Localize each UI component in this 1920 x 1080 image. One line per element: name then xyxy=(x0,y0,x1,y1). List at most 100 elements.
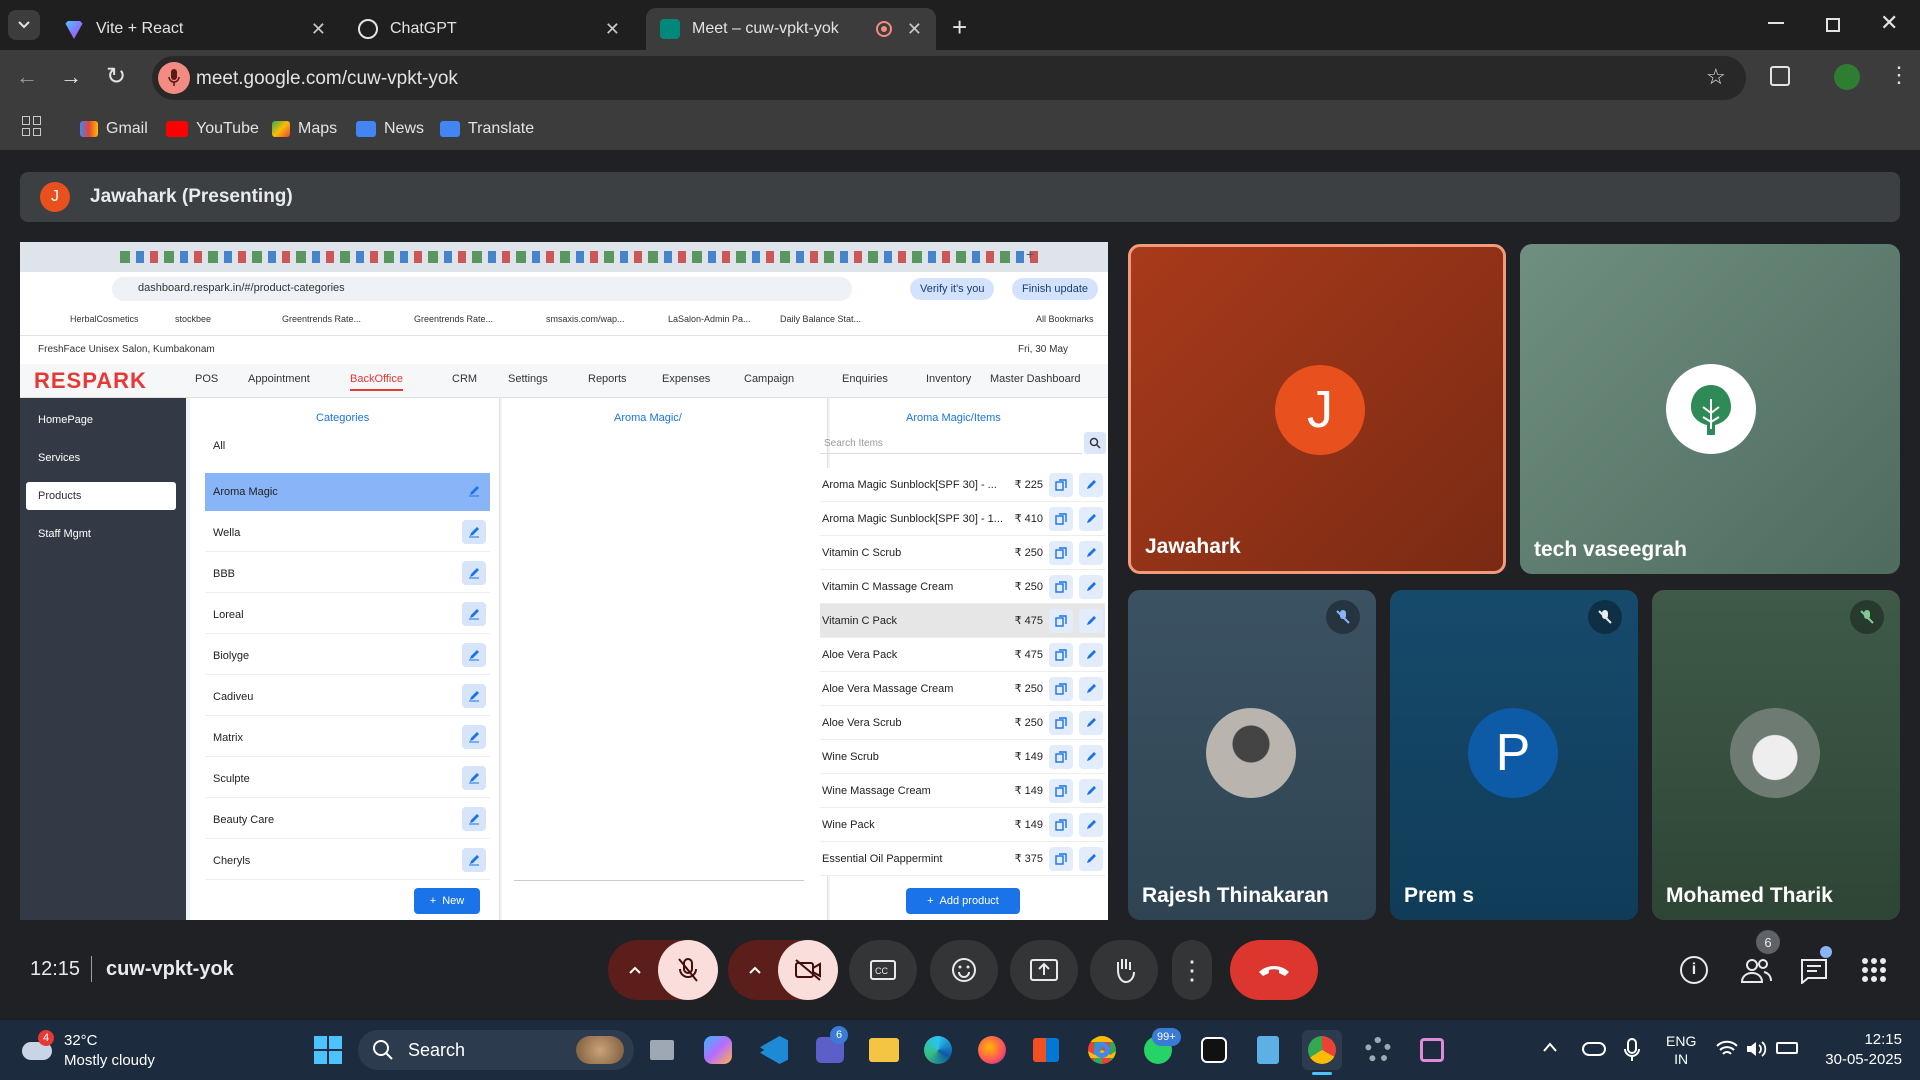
bookmark-star-icon[interactable]: ☆ xyxy=(1706,64,1726,90)
close-icon[interactable]: ✕ xyxy=(907,19,922,40)
side-homepage: HomePage xyxy=(38,414,94,426)
tab-meet[interactable]: Meet – cuw-vpkt-yok ✕ xyxy=(646,8,936,50)
participant-name: Jawahark xyxy=(1145,535,1241,558)
category-label: Biolyge xyxy=(213,649,250,662)
weather-widget[interactable]: 4 32°C Mostly cloudy xyxy=(20,1028,180,1074)
wifi-icon[interactable] xyxy=(1716,1040,1738,1063)
bookmark-youtube[interactable]: YouTube xyxy=(166,116,259,142)
taskbar-search[interactable]: Search xyxy=(358,1030,634,1070)
presenter-avatar: J xyxy=(40,182,70,212)
activities-button[interactable] xyxy=(1862,958,1886,982)
chrome-active-icon[interactable] xyxy=(1302,1030,1342,1070)
product-price: ₹ 250 xyxy=(1014,581,1043,593)
bookmark-gmail[interactable]: Gmail xyxy=(80,116,148,142)
product-price: ₹ 375 xyxy=(1014,853,1043,865)
chrome-icon[interactable] xyxy=(1082,1030,1122,1070)
participant-tile-rajesh[interactable]: Rajesh Thinakaran xyxy=(1128,590,1376,920)
forward-button[interactable]: → xyxy=(60,64,82,90)
minimize-button[interactable] xyxy=(1768,22,1784,24)
new-category-button: + New xyxy=(414,888,480,914)
bookmark-label: YouTube xyxy=(196,120,259,137)
reactions-button[interactable] xyxy=(930,940,998,1000)
tray-chevron-up-icon[interactable] xyxy=(1542,1040,1558,1058)
mic-toggle-button[interactable] xyxy=(658,940,718,1000)
tab-vite[interactable]: Vite + React ✕ xyxy=(50,8,340,50)
taskbar-clock[interactable]: 12:15 30-05-2025 xyxy=(1818,1030,1902,1070)
gmail-icon xyxy=(80,121,98,137)
nav-backoffice: BackOffice xyxy=(350,373,403,391)
copy-icon xyxy=(1049,745,1073,769)
reload-button[interactable]: ↻ xyxy=(106,62,126,91)
chat-button[interactable] xyxy=(1800,958,1828,989)
side-services: Services xyxy=(38,452,81,464)
edit-pencil-icon xyxy=(462,479,486,503)
edge-icon[interactable] xyxy=(918,1030,958,1070)
profile-avatar[interactable] xyxy=(1834,64,1860,90)
present-button[interactable] xyxy=(1010,940,1078,1000)
vscode-icon[interactable] xyxy=(754,1030,794,1070)
meeting-info-button[interactable]: i xyxy=(1680,956,1708,984)
raise-hand-button[interactable] xyxy=(1090,940,1158,1000)
edit-pencil-icon xyxy=(1079,779,1103,803)
product-name: Aloe Vera Massage Cream xyxy=(822,682,954,695)
nav-reports: Reports xyxy=(588,373,627,385)
captions-button[interactable]: CC xyxy=(849,940,917,1000)
emoji-icon xyxy=(952,958,976,982)
extensions-icon[interactable] xyxy=(1770,66,1790,86)
tray-mic-icon[interactable] xyxy=(1624,1038,1640,1067)
browser-menu-icon[interactable]: ⋮ xyxy=(1888,62,1910,88)
firefox-icon[interactable] xyxy=(972,1030,1012,1070)
product-name: Wine Scrub xyxy=(822,750,879,763)
mic-in-use-icon[interactable] xyxy=(158,62,190,94)
participant-tile-jawahark[interactable]: J Jawahark xyxy=(1128,244,1506,574)
product-price: ₹ 410 xyxy=(1014,513,1043,525)
bookmark-label: News xyxy=(384,120,425,137)
capcut-icon[interactable] xyxy=(1194,1030,1234,1070)
close-icon[interactable]: ✕ xyxy=(605,19,620,40)
shared-bookmark: Greentrends Rate... xyxy=(282,314,362,324)
product-price: ₹ 475 xyxy=(1014,615,1043,627)
close-icon[interactable]: ✕ xyxy=(311,19,326,40)
volume-icon[interactable] xyxy=(1746,1040,1768,1063)
restore-button[interactable] xyxy=(1826,18,1840,32)
bookmark-maps[interactable]: Maps xyxy=(272,116,337,142)
start-button[interactable] xyxy=(308,1030,348,1070)
search-icon xyxy=(373,1040,393,1060)
language-indicator[interactable]: ENG IN xyxy=(1666,1032,1696,1068)
presenter-label: Jawahark (Presenting) xyxy=(90,186,293,207)
tab-search-button[interactable] xyxy=(8,10,40,40)
people-button[interactable] xyxy=(1740,956,1774,986)
store-icon[interactable] xyxy=(1026,1030,1066,1070)
category-label: Loreal xyxy=(213,608,244,621)
leave-call-button[interactable] xyxy=(1230,940,1318,1000)
participant-tile-mohamed[interactable]: Mohamed Tharik xyxy=(1652,590,1900,920)
bookmark-translate[interactable]: Translate xyxy=(440,116,534,142)
battery-icon[interactable] xyxy=(1776,1042,1798,1054)
vite-icon xyxy=(64,21,84,39)
product-price: ₹ 225 xyxy=(1014,479,1043,491)
bookmark-label: Translate xyxy=(468,120,535,137)
settings-gear-icon[interactable] xyxy=(1358,1030,1398,1070)
edit-pencil-icon xyxy=(1079,745,1103,769)
participant-tile-prem[interactable]: P Prem s xyxy=(1390,590,1638,920)
apps-grid-icon[interactable] xyxy=(22,116,42,136)
camera-toggle-button[interactable] xyxy=(778,940,838,1000)
category-label: Cheryls xyxy=(213,854,251,867)
file-explorer-icon[interactable] xyxy=(864,1030,904,1070)
new-tab-button[interactable]: + xyxy=(952,12,967,43)
notepad-icon[interactable] xyxy=(1248,1030,1288,1070)
mic-off-icon xyxy=(1326,600,1360,634)
category-row: Loreal xyxy=(205,596,490,634)
more-options-button[interactable]: ⋮ xyxy=(1172,940,1212,1000)
copilot-icon[interactable] xyxy=(698,1030,738,1070)
bookmark-news[interactable]: News xyxy=(356,116,424,142)
back-button[interactable]: ← xyxy=(16,64,38,90)
snipping-tool-icon[interactable] xyxy=(1412,1030,1452,1070)
onedrive-icon[interactable] xyxy=(1582,1042,1606,1056)
close-window-button[interactable]: ✕ xyxy=(1880,10,1898,36)
task-view-icon[interactable] xyxy=(642,1030,682,1070)
plus-icon: + xyxy=(927,895,934,907)
participant-tile-tech-vaseegrah[interactable]: tech vaseegrah xyxy=(1520,244,1900,574)
tab-chatgpt[interactable]: ChatGPT ✕ xyxy=(344,8,634,50)
edit-pencil-icon xyxy=(1079,541,1103,565)
